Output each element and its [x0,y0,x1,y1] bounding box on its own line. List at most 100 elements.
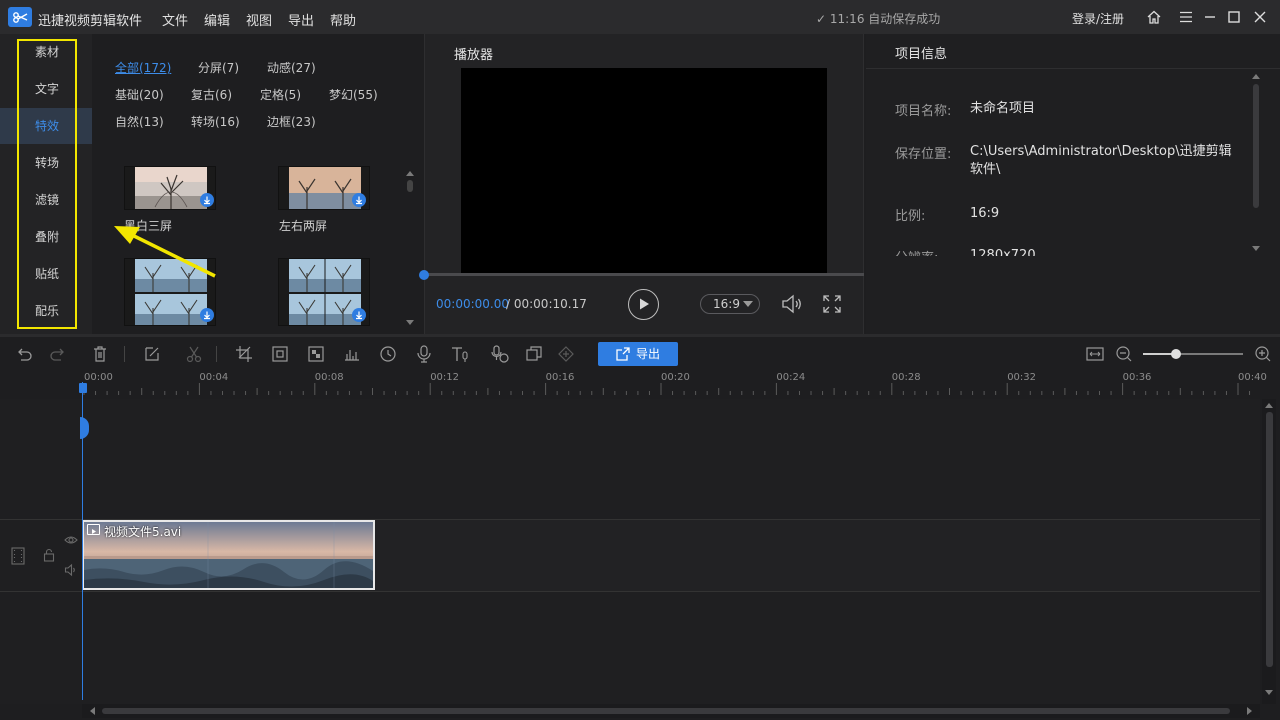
playhead-handle[interactable] [79,383,87,393]
menu-file[interactable]: 文件 [162,10,188,29]
download-icon[interactable] [352,308,366,322]
ratio-value: 16:9 [970,206,1000,221]
minimize-icon[interactable] [1202,9,1218,25]
ruler-tick-label: 00:24 [776,372,806,383]
zoom-slider-handle[interactable] [1171,349,1181,359]
speaker-icon[interactable] [64,563,78,577]
crop-icon[interactable] [234,344,254,364]
ruler-tick-label: 00:32 [1007,372,1037,383]
current-time: 00:00:00.00 [436,297,509,311]
ruler-tick-label: 00:20 [661,372,690,383]
toolbar-separator [124,346,125,362]
project-name-key: 项目名称: [895,104,952,119]
menu-view[interactable]: 视图 [246,10,272,29]
player-title: 播放器 [454,48,494,63]
ruler-tick-label: 00:12 [430,372,460,383]
lock-icon[interactable] [42,548,56,562]
edit-icon[interactable] [142,344,162,364]
filter-dynamic[interactable]: 动感(27) [267,59,316,76]
ruler-tick-label: 00:04 [199,372,229,383]
export-icon [616,347,630,361]
delete-icon[interactable] [90,344,110,364]
app-title: 迅捷视频剪辑软件 [38,14,143,29]
timeline-vertical-scroll-thumb[interactable] [1266,412,1273,667]
ruler-tick-label: 00:00 [84,372,113,383]
clip-name: 视频文件5.avi [104,525,182,539]
video-file-icon [87,524,100,535]
project-name-value: 未命名项目 [970,101,1036,116]
filter-dreamy[interactable]: 梦幻(55) [329,86,378,103]
info-scrollbar[interactable] [1250,70,1262,256]
divider [866,68,1280,69]
autosave-status: ✓ 11:16 自动保存成功 [816,12,941,26]
effect-label: 左右两屏 [279,219,328,233]
play-button[interactable] [628,289,659,320]
playback-progress-handle[interactable] [419,270,429,280]
save-location-key: 保存位置: [895,147,952,162]
undo-icon[interactable] [14,344,34,364]
project-info-body: 项目名称: 未命名项目 保存位置: C:\Users\Administrator… [866,70,1250,256]
close-icon[interactable] [1252,9,1268,25]
menu-edit[interactable]: 编辑 [204,10,230,29]
total-duration: / 00:00:10.17 [506,297,587,311]
aspect-ratio-value: 16:9 [713,297,740,311]
filter-split-screen[interactable]: 分屏(7) [198,59,239,76]
filter-nature[interactable]: 自然(13) [115,113,164,130]
split-icon[interactable] [184,344,204,364]
redo-icon[interactable] [48,344,68,364]
microphone-icon[interactable] [414,344,434,364]
text-to-speech-icon[interactable] [450,344,470,364]
fullscreen-icon[interactable] [822,294,842,314]
annotation-arrow [114,226,216,278]
resolution-key: 分辨率: [895,247,938,256]
zoom-out-icon[interactable] [1114,344,1134,364]
fit-timeline-icon[interactable] [1085,344,1105,364]
mosaic-icon[interactable] [306,344,326,364]
menu-help[interactable]: 帮助 [330,10,356,29]
filter-all[interactable]: 全部(172) [115,59,171,76]
maximize-icon[interactable] [1226,9,1242,25]
login-register-link[interactable]: 登录/注册 [1072,10,1124,27]
ratio-key: 比例: [895,209,926,224]
ruler-tick-label: 00:40 [1238,372,1267,383]
effects-scrollbar[interactable] [404,168,416,330]
menu-export[interactable]: 导出 [288,10,314,29]
zoom-in-icon[interactable] [1253,344,1273,364]
volume-icon[interactable] [780,292,804,316]
download-icon[interactable] [200,193,214,207]
home-icon[interactable] [1146,9,1162,25]
app-logo-icon [8,7,32,27]
toolbar-separator [216,346,217,362]
duplicate-icon[interactable] [524,344,544,364]
ruler-tick-label: 00:28 [891,372,921,383]
keyframe-icon[interactable] [556,344,576,364]
save-location-value: C:\Users\Administrator\Desktop\迅捷剪辑软件\ [970,144,1232,177]
playback-progress-track[interactable] [424,273,864,276]
audio-wave-icon[interactable] [342,344,362,364]
filter-border[interactable]: 边框(23) [267,113,316,130]
filter-freeze[interactable]: 定格(5) [260,86,301,103]
clock-icon[interactable] [378,344,398,364]
aspect-ratio-select[interactable]: 16:9 [700,294,760,314]
project-info-title: 项目信息 [895,47,948,62]
video-preview[interactable] [461,68,827,273]
voice-change-icon[interactable] [490,344,510,364]
ruler-tick-label: 00:16 [545,372,575,383]
menu-icon[interactable] [1178,9,1194,25]
ruler-tick-label: 00:08 [314,372,344,383]
filter-retro[interactable]: 复古(6) [191,86,232,103]
annotation-highlight-box [17,39,77,329]
resolution-value: 1280x720 [970,248,1036,256]
export-button[interactable]: 导出 [598,342,678,366]
eye-icon[interactable] [64,533,78,547]
chevron-down-icon [743,301,753,307]
download-icon[interactable] [200,308,214,322]
film-icon [11,547,25,565]
resize-icon[interactable] [270,344,290,364]
filter-transition[interactable]: 转场(16) [191,113,240,130]
download-icon[interactable] [352,193,366,207]
track-divider [0,591,1260,592]
ruler-tick-label: 00:36 [1122,372,1152,383]
filter-basic[interactable]: 基础(20) [115,86,164,103]
timeline-horizontal-scroll-thumb[interactable] [102,708,1230,714]
